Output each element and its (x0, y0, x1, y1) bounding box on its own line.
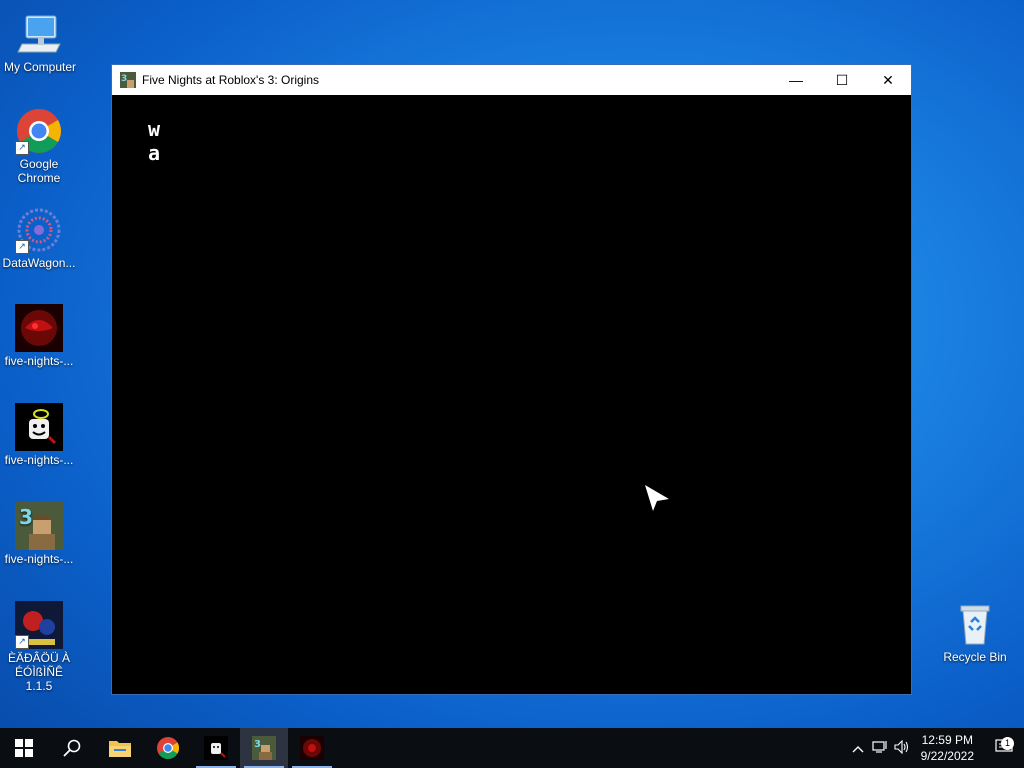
desktop-icon-game-setup[interactable]: ↗ ÈÄÐÂÖÜ À ÉÓÌßÌÑÊ 1.1.5 (1, 601, 77, 693)
chrome-icon: ↗ (15, 107, 63, 155)
datawagon-icon: ↗ (15, 206, 63, 254)
recycle-bin-icon (951, 600, 999, 648)
five-nights-3-icon: 3 (15, 502, 63, 550)
desktop-icon-five-nights-3[interactable]: 3 five-nights-... (1, 502, 77, 566)
desktop-icon-label: Google Chrome (17, 157, 61, 185)
desktop-icon-google-chrome[interactable]: ↗ Google Chrome (1, 107, 77, 185)
clock-date: 9/22/2022 (920, 749, 974, 763)
desktop-icon-recycle-bin[interactable]: Recycle Bin (937, 600, 1013, 664)
taskbar-clock[interactable]: 12:59 PM 9/22/2022 (921, 732, 974, 764)
game-text-line1: w (148, 117, 161, 141)
window-title: Five Nights at Roblox's 3: Origins (142, 73, 320, 87)
desktop-icon-five-nights-1[interactable]: five-nights-... (1, 304, 77, 368)
taskbar-file-explorer[interactable] (96, 728, 144, 768)
notification-badge: 1 (1001, 736, 1014, 750)
svg-text:3: 3 (19, 505, 33, 529)
network-icon[interactable] (869, 740, 891, 757)
windows-logo-icon (15, 739, 33, 757)
game-canvas[interactable]: w a (112, 95, 911, 694)
desktop-icon-my-computer[interactable]: My Computer (2, 10, 78, 74)
desktop-icon-label: DataWagon... (2, 256, 76, 270)
computer-icon (16, 10, 64, 58)
volume-icon[interactable] (891, 739, 913, 757)
chrome-icon (157, 737, 179, 759)
five-nights-3-icon: 3 (252, 736, 276, 760)
taskbar-five-nights-3[interactable]: 3 (240, 728, 288, 768)
shortcut-arrow-icon: ↗ (15, 141, 29, 155)
close-button[interactable]: ✕ (865, 65, 911, 95)
five-nights-app-icon: 3 (120, 72, 136, 88)
maximize-button[interactable]: ☐ (819, 65, 865, 95)
taskbar: 3 12:59 PM 9/22/2022 1 (0, 728, 1024, 768)
desktop-icon-label: five-nights-... (4, 354, 74, 368)
taskbar-five-nights-1[interactable] (192, 728, 240, 768)
shortcut-arrow-icon: ↗ (15, 635, 29, 649)
shortcut-arrow-icon: ↗ (15, 240, 29, 254)
desktop-icon-label: five-nights-... (4, 453, 74, 467)
desktop-icon-label: ÈÄÐÂÖÜ À ÉÓÌßÌÑÊ 1.1.5 (7, 651, 70, 693)
search-button[interactable] (48, 728, 96, 768)
taskbar-chrome[interactable] (144, 728, 192, 768)
five-nights-red-icon (15, 304, 63, 352)
minimize-button[interactable]: — (773, 65, 819, 95)
desktop-icon-label: My Computer (3, 60, 77, 74)
five-nights-roblox-face-icon (204, 736, 228, 760)
taskbar-five-nights-red[interactable] (288, 728, 336, 768)
clock-time: 12:59 PM (921, 733, 973, 747)
svg-text:3: 3 (254, 739, 261, 750)
game-window: 3 Five Nights at Roblox's 3: Origins — ☐… (111, 64, 912, 695)
desktop-icon-five-nights-2[interactable]: five-nights-... (1, 403, 77, 467)
five-nights-roblox-face-icon (15, 403, 63, 451)
game-cursor-icon (645, 485, 669, 511)
folder-icon (109, 741, 131, 757)
desktop-icon-datawagon[interactable]: ↗ DataWagon... (1, 206, 77, 270)
desktop-icon-label: five-nights-... (4, 552, 74, 566)
desktop-icon-label: Recycle Bin (943, 650, 1007, 664)
game-setup-icon: ↗ (15, 601, 63, 649)
system-tray: 12:59 PM 9/22/2022 1 (847, 728, 1024, 768)
start-button[interactable] (0, 728, 48, 768)
svg-text:3: 3 (121, 74, 127, 84)
game-text-line2: a (148, 141, 161, 165)
notification-center-button[interactable]: 1 (984, 736, 1024, 758)
window-titlebar[interactable]: 3 Five Nights at Roblox's 3: Origins — ☐… (112, 65, 911, 96)
search-icon (63, 739, 81, 757)
chevron-up-icon[interactable] (847, 741, 869, 756)
five-nights-red-icon (300, 736, 324, 760)
